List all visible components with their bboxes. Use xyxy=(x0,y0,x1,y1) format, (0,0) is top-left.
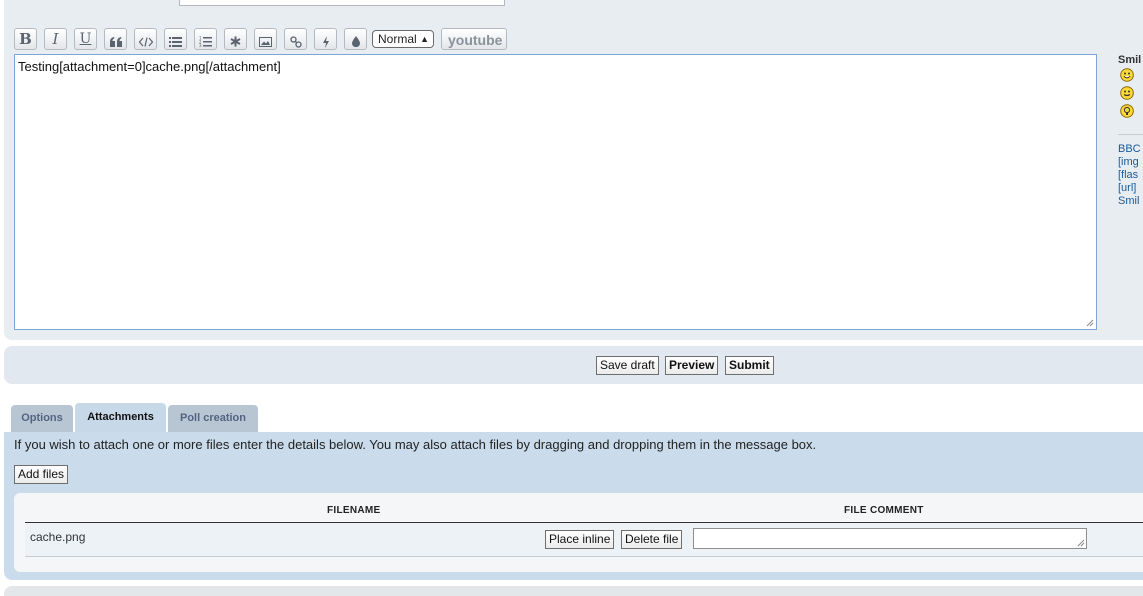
url-status-line: [url] xyxy=(1118,182,1137,194)
link-icon xyxy=(289,35,302,48)
link-button[interactable] xyxy=(284,28,307,50)
underline-button[interactable]: U xyxy=(74,28,97,50)
resize-grip-icon[interactable] xyxy=(1077,539,1085,547)
flash-status-line: [flas xyxy=(1118,169,1139,181)
smilies-title: Smil xyxy=(1118,54,1142,66)
submit-button[interactable]: Submit xyxy=(725,356,774,375)
next-panel-edge xyxy=(4,586,1143,596)
lightning-icon xyxy=(322,35,329,48)
quote-button[interactable] xyxy=(104,28,127,50)
bullet-list-icon xyxy=(169,36,182,47)
tab-attachments[interactable]: Attachments xyxy=(75,403,166,432)
droplet-icon xyxy=(351,36,360,47)
delete-file-button[interactable]: Delete file xyxy=(621,530,683,549)
italic-button[interactable]: I xyxy=(44,28,67,50)
message-text: Testing[attachment=0]cache.png[/attachme… xyxy=(18,59,281,74)
image-icon xyxy=(259,36,272,47)
image-button[interactable] xyxy=(254,28,277,50)
file-comment-column-header: FILE COMMENT xyxy=(844,505,924,516)
bold-button[interactable]: B xyxy=(14,28,37,50)
color-button[interactable] xyxy=(344,28,367,50)
attachment-filename: cache.png xyxy=(30,530,86,544)
attached-files-table: FILENAME FILE COMMENT cache.png Place in… xyxy=(14,493,1143,572)
svg-text:3: 3 xyxy=(199,43,202,47)
youtube-button[interactable]: youtube xyxy=(441,28,507,50)
smilies-box: Smil xyxy=(1118,54,1143,122)
filename-column-header: FILENAME xyxy=(327,505,381,516)
tab-options[interactable]: Options xyxy=(11,405,73,432)
bbcode-status-info: BBC [img [flas [url] Smil xyxy=(1118,143,1141,208)
code-button[interactable] xyxy=(134,28,157,50)
select-arrows-icon: ▲ xyxy=(420,34,429,44)
font-size-value: Normal xyxy=(378,32,417,46)
list-button[interactable] xyxy=(164,28,187,50)
ordered-list-button[interactable]: 123 xyxy=(194,28,217,50)
smile-icon[interactable] xyxy=(1120,68,1134,82)
flash-button[interactable] xyxy=(314,28,337,50)
subject-input[interactable] xyxy=(179,0,505,6)
list-item-button[interactable] xyxy=(224,28,247,50)
preview-button[interactable]: Preview xyxy=(665,356,719,375)
numbered-list-icon: 123 xyxy=(199,36,212,47)
asterisk-icon xyxy=(230,36,241,47)
idea-icon[interactable] xyxy=(1120,104,1134,118)
place-inline-button[interactable]: Place inline xyxy=(545,530,615,549)
smilies-status-line: Smil xyxy=(1118,195,1140,207)
message-textarea[interactable]: Testing[attachment=0]cache.png[/attachme… xyxy=(14,54,1097,330)
table-row: cache.png Place inline Delete file xyxy=(25,523,1143,557)
img-status-line: [img xyxy=(1118,156,1139,168)
font-size-select[interactable]: Normal ▲ xyxy=(372,30,434,48)
sidebar-divider xyxy=(1118,134,1143,135)
grin-icon[interactable] xyxy=(1120,86,1134,100)
add-files-button[interactable]: Add files xyxy=(14,465,69,484)
tab-poll-creation[interactable]: Poll creation xyxy=(168,405,258,432)
code-icon xyxy=(138,36,153,47)
quote-icon xyxy=(109,36,122,47)
file-comment-input[interactable] xyxy=(693,528,1087,549)
attachments-help-text: If you wish to attach one or more files … xyxy=(14,437,817,452)
save-draft-button[interactable]: Save draft xyxy=(596,356,659,375)
submit-buttons-panel: Save draft Preview Submit xyxy=(4,346,1143,384)
resize-grip-icon[interactable] xyxy=(1086,319,1094,327)
bbcode-status-line[interactable]: BBC xyxy=(1118,143,1141,156)
